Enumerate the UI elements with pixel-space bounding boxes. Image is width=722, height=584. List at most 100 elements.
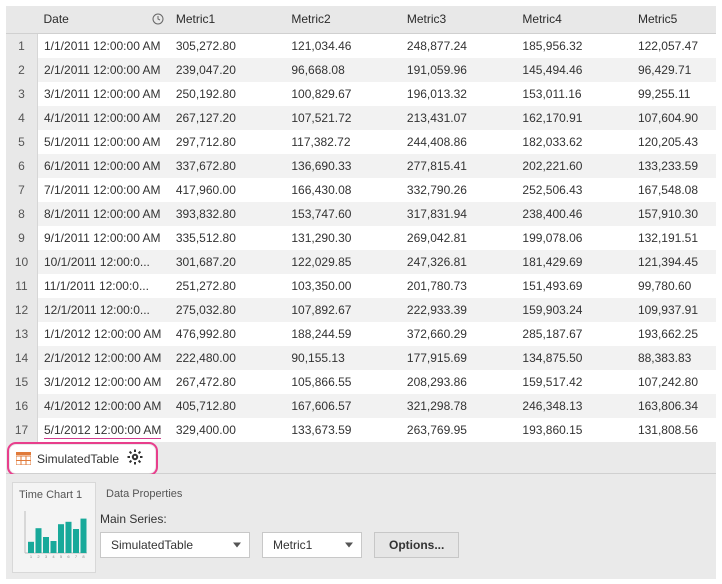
worksheet-tab-label: SimulatedTable bbox=[37, 452, 119, 466]
data-table[interactable]: Date Metric1 Metric2 Metric3 Metric4 Met… bbox=[6, 6, 716, 442]
table-row[interactable]: 142/1/2012 12:00:00 AM222,480.0090,155.1… bbox=[6, 346, 716, 370]
table-row[interactable]: 175/1/2012 12:00:00 AM329,400.00133,673.… bbox=[6, 418, 716, 442]
cell-metric5: 132,191.51 bbox=[632, 226, 716, 250]
column-header-metric4[interactable]: Metric4 bbox=[516, 6, 632, 33]
table-row[interactable]: 11/1/2011 12:00:00 AM305,272.80121,034.4… bbox=[6, 33, 716, 58]
column-label: Metric5 bbox=[638, 12, 677, 26]
metric-dropdown[interactable]: Metric1 bbox=[262, 532, 362, 558]
cell-metric2: 188,244.59 bbox=[285, 322, 401, 346]
cell-date: 5/1/2012 12:00:00 AM bbox=[38, 418, 170, 442]
table-row[interactable]: 88/1/2011 12:00:00 AM393,832.80153,747.6… bbox=[6, 202, 716, 226]
column-header-metric5[interactable]: Metric5 bbox=[632, 6, 716, 33]
cell-metric3: 208,293.86 bbox=[401, 370, 517, 394]
table-row[interactable]: 22/1/2011 12:00:00 AM239,047.2096,668.08… bbox=[6, 58, 716, 82]
table-row[interactable]: 1111/1/2011 12:00:0...251,272.80103,350.… bbox=[6, 274, 716, 298]
main-series-label: Main Series: bbox=[100, 512, 704, 526]
cell-metric2: 105,866.55 bbox=[285, 370, 401, 394]
cell-metric2: 167,606.57 bbox=[285, 394, 401, 418]
cell-metric5: 131,808.56 bbox=[632, 418, 716, 442]
chevron-down-icon bbox=[345, 542, 353, 547]
cell-metric3: 317,831.94 bbox=[401, 202, 517, 226]
row-number: 6 bbox=[6, 154, 38, 178]
table-row[interactable]: 164/1/2012 12:00:00 AM405,712.80167,606.… bbox=[6, 394, 716, 418]
cell-metric1: 250,192.80 bbox=[170, 82, 286, 106]
row-number: 7 bbox=[6, 178, 38, 202]
cell-date: 4/1/2011 12:00:00 AM bbox=[38, 106, 170, 130]
row-number: 1 bbox=[6, 33, 38, 58]
svg-text:3: 3 bbox=[45, 554, 48, 559]
cell-metric5: 88,383.83 bbox=[632, 346, 716, 370]
cell-metric1: 476,992.80 bbox=[170, 322, 286, 346]
table-header: Date Metric1 Metric2 Metric3 Metric4 Met… bbox=[6, 6, 716, 33]
table-row[interactable]: 131/1/2012 12:00:00 AM476,992.80188,244.… bbox=[6, 322, 716, 346]
table-row[interactable]: 77/1/2011 12:00:00 AM417,960.00166,430.0… bbox=[6, 178, 716, 202]
row-number: 9 bbox=[6, 226, 38, 250]
column-header-metric1[interactable]: Metric1 bbox=[170, 6, 286, 33]
cell-metric3: 263,769.95 bbox=[401, 418, 517, 442]
gear-icon bbox=[127, 449, 143, 468]
cell-metric3: 244,408.86 bbox=[401, 130, 517, 154]
rownum-header[interactable] bbox=[6, 6, 38, 33]
cell-date: 3/1/2011 12:00:00 AM bbox=[38, 82, 170, 106]
column-header-metric3[interactable]: Metric3 bbox=[401, 6, 517, 33]
table-row[interactable]: 33/1/2011 12:00:00 AM250,192.80100,829.6… bbox=[6, 82, 716, 106]
cell-metric1: 335,512.80 bbox=[170, 226, 286, 250]
options-button[interactable]: Options... bbox=[374, 532, 459, 558]
chart-preview-tab[interactable]: Time Chart 1 12345678 bbox=[12, 482, 96, 573]
metric-dropdown-value: Metric1 bbox=[273, 538, 312, 552]
table-row[interactable]: 66/1/2011 12:00:00 AM337,672.80136,690.3… bbox=[6, 154, 716, 178]
svg-text:2: 2 bbox=[37, 554, 40, 559]
options-button-label: Options... bbox=[389, 538, 444, 552]
cell-date: 1/1/2012 12:00:00 AM bbox=[38, 322, 170, 346]
cell-metric1: 393,832.80 bbox=[170, 202, 286, 226]
cell-metric1: 222,480.00 bbox=[170, 346, 286, 370]
cell-metric2: 117,382.72 bbox=[285, 130, 401, 154]
cell-metric2: 131,290.30 bbox=[285, 226, 401, 250]
worksheet-tab-simulatedtable[interactable]: SimulatedTable bbox=[10, 445, 155, 473]
cell-metric4: 145,494.46 bbox=[516, 58, 632, 82]
row-number: 15 bbox=[6, 370, 38, 394]
svg-text:7: 7 bbox=[75, 554, 78, 559]
column-header-date[interactable]: Date bbox=[38, 6, 170, 33]
tab-settings-button[interactable] bbox=[125, 449, 145, 469]
cell-metric2: 100,829.67 bbox=[285, 82, 401, 106]
cell-metric4: 134,875.50 bbox=[516, 346, 632, 370]
cell-date: 5/1/2011 12:00:00 AM bbox=[38, 130, 170, 154]
series-dropdown-value: SimulatedTable bbox=[111, 538, 193, 552]
cell-metric4: 185,956.32 bbox=[516, 33, 632, 58]
cell-metric2: 133,673.59 bbox=[285, 418, 401, 442]
bar-chart-icon: 12345678 bbox=[19, 507, 89, 561]
row-number: 4 bbox=[6, 106, 38, 130]
cell-metric5: 163,806.34 bbox=[632, 394, 716, 418]
table-row[interactable]: 1010/1/2011 12:00:0...301,687.20122,029.… bbox=[6, 250, 716, 274]
cell-metric2: 107,892.67 bbox=[285, 298, 401, 322]
cell-metric4: 181,429.69 bbox=[516, 250, 632, 274]
column-label: Date bbox=[44, 12, 69, 26]
table-row[interactable]: 99/1/2011 12:00:00 AM335,512.80131,290.3… bbox=[6, 226, 716, 250]
cell-metric4: 182,033.62 bbox=[516, 130, 632, 154]
series-dropdown[interactable]: SimulatedTable bbox=[100, 532, 250, 558]
cell-date: 12/1/2011 12:00:0... bbox=[38, 298, 170, 322]
cell-metric2: 90,155.13 bbox=[285, 346, 401, 370]
table-row[interactable]: 55/1/2011 12:00:00 AM297,712.80117,382.7… bbox=[6, 130, 716, 154]
column-header-metric2[interactable]: Metric2 bbox=[285, 6, 401, 33]
cell-metric3: 248,877.24 bbox=[401, 33, 517, 58]
table-row[interactable]: 153/1/2012 12:00:00 AM267,472.80105,866.… bbox=[6, 370, 716, 394]
column-label: Metric2 bbox=[291, 12, 330, 26]
table-row[interactable]: 44/1/2011 12:00:00 AM267,127.20107,521.7… bbox=[6, 106, 716, 130]
table-row[interactable]: 1212/1/2011 12:00:0...275,032.80107,892.… bbox=[6, 298, 716, 322]
cell-metric5: 107,242.80 bbox=[632, 370, 716, 394]
cell-metric5: 121,394.45 bbox=[632, 250, 716, 274]
props-tab-label: Data Properties bbox=[100, 482, 710, 508]
cell-metric4: 153,011.16 bbox=[516, 82, 632, 106]
cell-metric1: 267,472.80 bbox=[170, 370, 286, 394]
cell-date: 11/1/2011 12:00:0... bbox=[38, 274, 170, 298]
row-number: 3 bbox=[6, 82, 38, 106]
cell-date: 1/1/2011 12:00:00 AM bbox=[38, 33, 170, 58]
svg-text:5: 5 bbox=[60, 554, 63, 559]
row-number: 16 bbox=[6, 394, 38, 418]
cell-metric1: 267,127.20 bbox=[170, 106, 286, 130]
cell-metric2: 107,521.72 bbox=[285, 106, 401, 130]
row-number: 17 bbox=[6, 418, 38, 442]
cell-metric4: 252,506.43 bbox=[516, 178, 632, 202]
